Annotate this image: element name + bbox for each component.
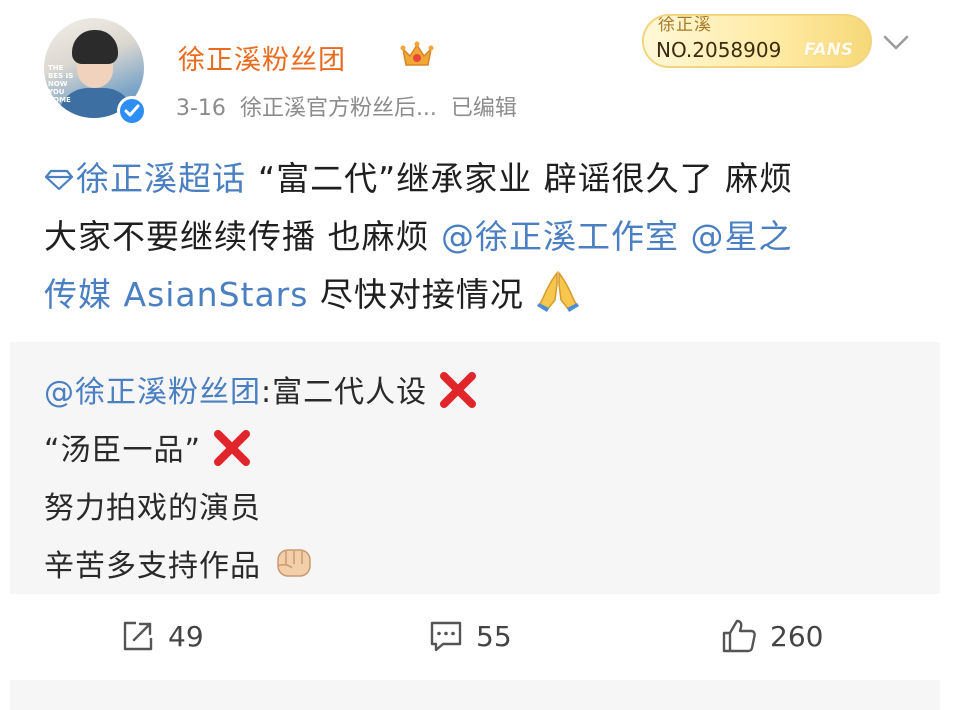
share-button[interactable]: 49 [120,618,204,654]
mention-asianstars-cont[interactable]: 传媒 AsianStars [44,275,308,314]
fan-badge-tag: FANS [804,40,854,60]
post-source: 徐正溪官方粉丝后... [239,96,437,121]
chevron-down-icon[interactable] [882,34,910,52]
mention-studio[interactable]: @徐正溪工作室 [441,217,679,256]
like-button[interactable]: 260 [720,618,823,654]
like-count: 260 [770,619,824,653]
share-count: 49 [168,619,204,653]
username-link[interactable]: 徐正溪粉丝团 [178,38,346,77]
action-bar: 49 55 260 [0,600,960,670]
like-icon [722,619,756,653]
crown-icon [400,41,434,66]
fan-badge[interactable]: 徐正溪 NO.2058909 FANS [642,14,872,68]
repost-line1: :富二代人设 [261,375,428,410]
post-line1: “富二代”继承家业 辟谣很久了 麻烦 [258,159,794,198]
weibo-post-card: THE BES IS NOW YOU COME 徐正溪粉丝团 3-16 徐正溪官方… [0,0,960,710]
comment-icon [430,621,462,652]
repost-line4: 辛苦多支持作品 [44,549,261,584]
fist-emoji [276,549,311,577]
share-icon [123,621,153,651]
post-line3: 尽快对接情况 [308,275,524,314]
post-date[interactable]: 3-16 [176,96,226,121]
comment-count: 55 [476,619,512,653]
cross-mark-emoji [213,430,250,466]
verified-icon [117,96,147,126]
topic-label: 徐正溪超话 [76,159,246,198]
post-meta: 3-16 徐正溪官方粉丝后... 已编辑 [176,90,531,122]
topic-link[interactable]: 徐正溪超话 [44,159,246,198]
praying-hands-emoji [537,270,580,312]
post-line2: 大家不要继续传播 也麻烦 [44,217,441,256]
repost-text: @徐正溪粉丝团:富二代人设 “汤臣一品” 努力拍戏的演员 辛苦多支持作品 [44,364,478,596]
bottom-divider [10,680,940,710]
fan-badge-number: NO.2058909 [656,38,782,62]
comment-button[interactable]: 55 [428,618,512,654]
avatar[interactable]: THE BES IS NOW YOU COME [44,18,147,126]
avatar-caption: THE BES IS NOW YOU COME [48,64,74,104]
repost-mention[interactable]: @徐正溪粉丝团 [44,375,261,410]
topic-icon [44,169,74,191]
repost-box[interactable]: @徐正溪粉丝团:富二代人设 “汤臣一品” 努力拍戏的演员 辛苦多支持作品 [10,342,940,594]
mention-asianstars[interactable]: @星之 [679,217,793,256]
fan-badge-name: 徐正溪 [658,15,712,35]
repost-line2: “汤臣一品” [44,433,202,468]
edited-label[interactable]: 已编辑 [451,96,517,121]
repost-line3: 努力拍戏的演员 [44,491,261,526]
post-text: 徐正溪超话 “富二代”继承家业 辟谣很久了 麻烦 大家不要继续传播 也麻烦 @徐正… [44,150,924,324]
cross-mark-emoji [439,372,476,408]
